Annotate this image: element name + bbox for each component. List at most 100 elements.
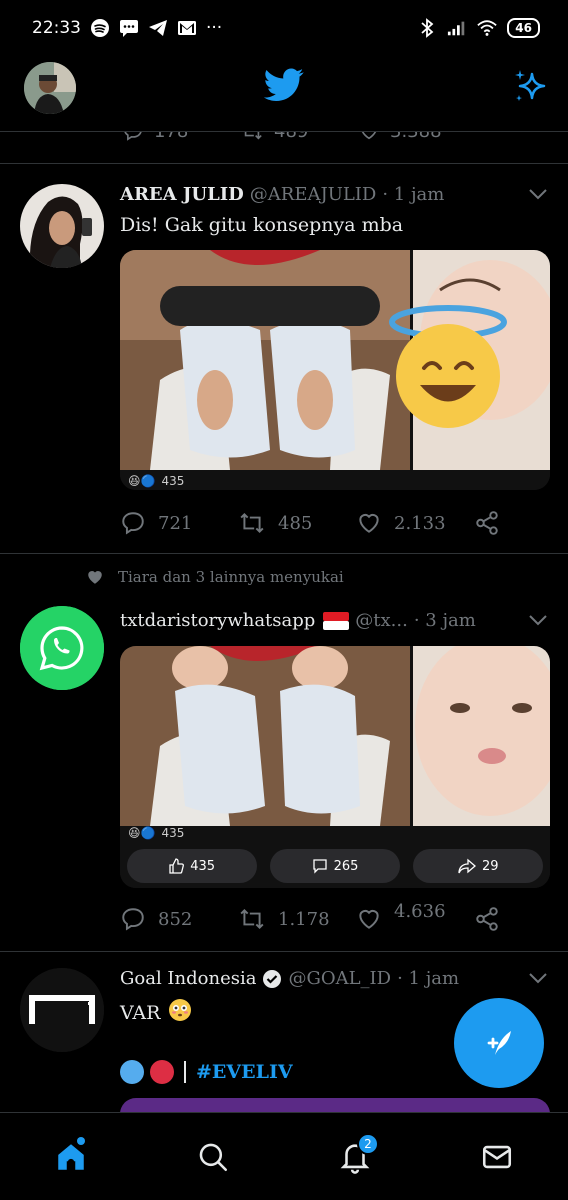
telegram-icon <box>148 18 168 38</box>
heart-filled-icon <box>88 571 102 584</box>
home-dot-indicator <box>77 1136 85 1145</box>
avatar[interactable] <box>20 968 104 1052</box>
indonesia-flag-icon <box>323 611 350 630</box>
retweet-count: 485 <box>278 512 313 534</box>
tweet-media[interactable]: 😆🔵 435 435 265 29 <box>120 646 550 888</box>
like-count: 2.133 <box>394 512 446 534</box>
handle[interactable]: @GOAL_ID <box>288 968 391 989</box>
handle[interactable]: @AREAJULID <box>250 184 377 205</box>
sparkle-icon[interactable] <box>512 68 548 108</box>
tweet-text-row: VAR <box>120 998 192 1027</box>
chat-icon <box>119 18 139 38</box>
chevron-down-icon[interactable] <box>528 184 548 205</box>
heart-icon <box>361 132 377 140</box>
timestamp: · 1 jam <box>382 184 445 205</box>
display-name[interactable]: Goal Indonesia <box>120 968 256 989</box>
battery-indicator: 46 <box>507 18 540 38</box>
tweet-media[interactable] <box>120 1098 550 1112</box>
hashtag-row: #EVELIV <box>120 1060 293 1084</box>
tweet-header: AREA JULID @AREAJULID · 1 jam <box>120 184 548 205</box>
whatsapp-icon <box>20 606 104 690</box>
home-icon <box>58 1143 84 1170</box>
reply-button[interactable]: 721 <box>120 510 238 536</box>
reply-count: 852 <box>158 908 193 930</box>
chevron-down-icon[interactable] <box>528 968 548 989</box>
blue-circle-icon <box>120 1060 144 1084</box>
compose-tweet-button[interactable] <box>454 998 544 1088</box>
media-share-pill: 29 <box>413 849 544 883</box>
wifi-icon <box>477 18 497 38</box>
red-circle-icon <box>150 1060 174 1084</box>
reply-action[interactable]: 178 <box>122 132 240 142</box>
social-context-text[interactable]: Tiara dan 3 lainnya menyukai <box>118 568 344 586</box>
avatar[interactable] <box>20 184 104 268</box>
reply-icon <box>122 512 144 535</box>
tweet-header: txtdaristorywhatsapp @tx... · 3 jam <box>120 610 548 631</box>
profile-avatar[interactable] <box>24 62 76 114</box>
status-bar: 22:33 ··· 46 <box>0 0 568 56</box>
tweet-text: Dis! Gak gitu konsepnya mba <box>120 214 404 236</box>
tweet-media[interactable]: 😆🔵 435 <box>120 250 550 490</box>
separator <box>184 1061 186 1083</box>
timestamp: · 3 jam <box>413 610 476 631</box>
like-count: 3.388 <box>390 132 442 142</box>
chevron-down-icon[interactable] <box>528 610 548 631</box>
handle[interactable]: @tx... <box>355 610 408 631</box>
retweet-count: 489 <box>274 132 308 142</box>
reply-button[interactable]: 852 <box>120 906 238 932</box>
nav-home[interactable] <box>41 1127 101 1187</box>
comment-icon <box>312 859 327 874</box>
display-name[interactable]: txtdaristorywhatsapp <box>120 610 315 631</box>
top-app-bar <box>0 56 568 132</box>
heart-icon <box>359 513 379 533</box>
display-name[interactable]: AREA JULID <box>120 184 244 205</box>
social-context: Tiara dan 3 lainnya menyukai <box>86 568 344 586</box>
like-button[interactable]: 2.133 <box>356 510 474 536</box>
thumbs-up-icon <box>169 858 185 874</box>
spotify-icon <box>90 18 110 38</box>
tweet-actions: 721 485 2.133 <box>120 510 504 536</box>
reaction-icons: 😆🔵 <box>128 474 156 488</box>
forward-icon <box>458 858 477 874</box>
signal-icon <box>447 18 467 38</box>
tweet-area-julid[interactable]: AREA JULID @AREAJULID · 1 jam Dis! Gak g… <box>0 164 568 554</box>
timestamp: · 1 jam <box>397 968 460 989</box>
gmail-icon <box>177 18 197 38</box>
twitter-bird-icon[interactable] <box>263 68 304 106</box>
verified-badge-icon <box>262 969 282 989</box>
reaction-count: 😆🔵 435 <box>128 474 185 488</box>
media-button-row: 435 265 29 <box>120 844 550 888</box>
avatar[interactable] <box>20 606 104 690</box>
nav-search[interactable] <box>183 1127 243 1187</box>
nav-messages[interactable] <box>467 1127 527 1187</box>
notification-badge: 2 <box>357 1132 379 1155</box>
tweet-text: VAR <box>120 1001 161 1024</box>
goal-logo-icon <box>20 968 104 1052</box>
reply-icon <box>124 132 142 141</box>
retweet-icon <box>244 132 262 140</box>
share-button[interactable] <box>474 510 504 536</box>
tweet-actions: 852 1.178 4.636 <box>120 901 504 932</box>
share-icon <box>476 511 498 535</box>
retweet-button[interactable]: 485 <box>238 510 356 536</box>
clock: 22:33 <box>32 18 81 38</box>
compose-icon <box>487 1031 511 1055</box>
tweet-txtdaristory[interactable]: Tiara dan 3 lainnya menyukai txtdaristor… <box>0 554 568 952</box>
nav-notifications[interactable]: 2 <box>325 1127 385 1187</box>
bluetooth-icon <box>417 18 437 38</box>
retweet-action[interactable]: 489 <box>240 132 358 142</box>
heart-icon <box>359 909 379 929</box>
like-count: 4.636 <box>394 900 446 922</box>
flushed-emoji-icon <box>168 998 192 1027</box>
media-comment-pill: 265 <box>269 849 400 883</box>
more-notifications: ··· <box>206 18 223 38</box>
like-action[interactable]: 3.388 <box>358 132 476 142</box>
reply-count: 721 <box>158 512 193 534</box>
reply-count: 178 <box>154 132 188 142</box>
share-button[interactable] <box>474 906 504 932</box>
retweet-icon <box>240 512 264 534</box>
like-button[interactable]: 4.636 <box>356 901 474 932</box>
retweet-button[interactable]: 1.178 <box>238 906 356 932</box>
hashtag-link[interactable]: #EVELIV <box>196 1061 293 1083</box>
mail-icon <box>482 1145 512 1168</box>
